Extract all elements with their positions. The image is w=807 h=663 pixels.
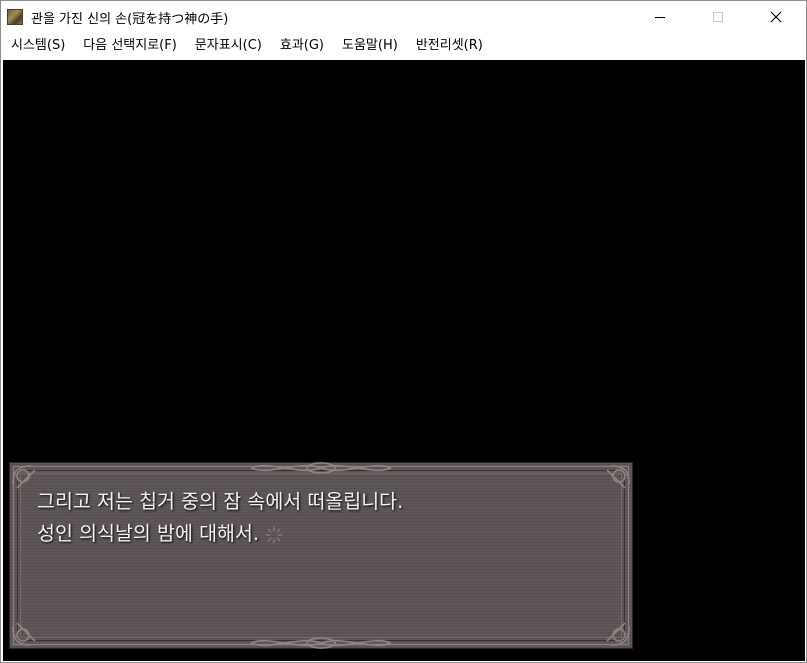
menu-bar: 시스템(S) 다음 선택지로(F) 문자표시(C) 효과(G) 도움말(H) 반…	[1, 33, 806, 59]
close-icon	[770, 11, 782, 23]
minimize-icon	[655, 17, 665, 18]
message-text: 그리고 저는 칩거 중의 잠 속에서 떠올립니다. 성인 의식날의 밤에 대해서…	[37, 486, 617, 550]
message-window[interactable]: 그리고 저는 칩거 중의 잠 속에서 떠올립니다. 성인 의식날의 밤에 대해서…	[9, 462, 633, 649]
application-window: 관을 가진 신의 손(冠を持つ神の手) 시스템(S) 다음 선택지로(F) 문자…	[0, 0, 807, 663]
app-icon[interactable]	[7, 9, 23, 25]
minimize-button[interactable]	[631, 1, 689, 33]
maximize-icon	[713, 12, 723, 22]
menu-effects[interactable]: 효과(G)	[271, 33, 333, 59]
menu-text-display[interactable]: 문자표시(C)	[186, 33, 271, 59]
title-bar[interactable]: 관을 가진 신의 손(冠を持つ神の手)	[1, 1, 806, 33]
message-line-1: 그리고 저는 칩거 중의 잠 속에서 떠올립니다.	[37, 490, 404, 513]
menu-system[interactable]: 시스템(S)	[1, 33, 74, 59]
close-button[interactable]	[747, 1, 805, 33]
window-title: 관을 가진 신의 손(冠を持つ神の手)	[31, 12, 229, 27]
menu-reverse-reset[interactable]: 반전리셋(R)	[407, 33, 492, 59]
message-line-2-text: 성인 의식날의 밤에 대해서.	[37, 522, 260, 545]
game-screen[interactable]: 그리고 저는 칩거 중의 잠 속에서 떠올립니다. 성인 의식날의 밤에 대해서…	[3, 60, 805, 661]
message-line-2: 성인 의식날의 밤에 대해서.	[37, 518, 617, 550]
maximize-button[interactable]	[689, 1, 747, 33]
sparkle-wait-icon	[265, 525, 283, 544]
menu-next-choice[interactable]: 다음 선택지로(F)	[74, 33, 186, 59]
menu-help[interactable]: 도움말(H)	[333, 33, 407, 59]
